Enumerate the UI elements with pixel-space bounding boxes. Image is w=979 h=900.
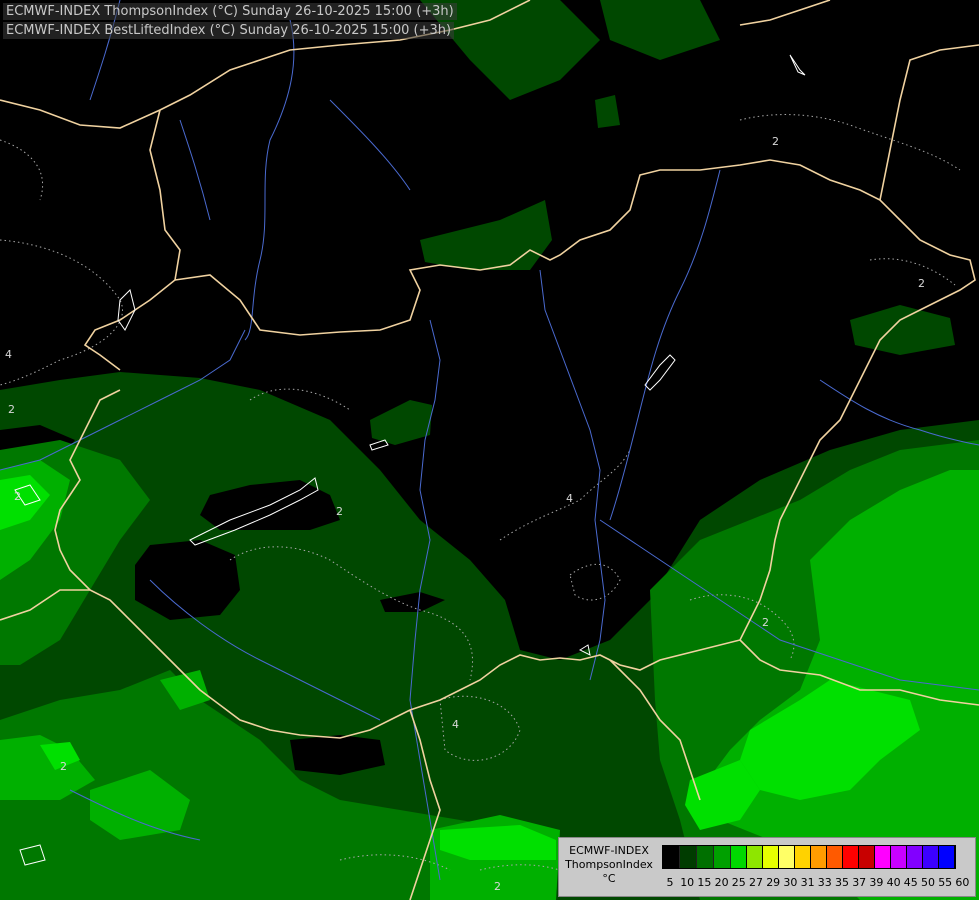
legend-swatch: [843, 846, 859, 868]
legend-tick: 5: [666, 876, 674, 889]
legend-swatch: [811, 846, 827, 868]
legend-tick: 45: [903, 876, 918, 889]
legend-tick: 29: [766, 876, 781, 889]
legend-tick: 39: [869, 876, 884, 889]
legend-swatch: [663, 846, 680, 868]
legend-unit: °C: [602, 872, 616, 885]
legend-swatch: [714, 846, 731, 868]
legend-swatch: [827, 846, 843, 868]
contour-label: 4: [5, 348, 12, 361]
legend-tick: 31: [800, 876, 815, 889]
contour-label: 4: [566, 492, 573, 505]
contour-label: 2: [762, 616, 769, 629]
legend-tick: 50: [921, 876, 935, 889]
legend-tick: 55: [938, 876, 953, 889]
legend-tick: 15: [697, 876, 712, 889]
legend-tick: 27: [749, 876, 763, 889]
legend-swatch: [907, 846, 923, 868]
legend-swatch: [680, 846, 697, 868]
legend-swatch: [763, 846, 779, 868]
legend-swatch: [891, 846, 907, 868]
legend-tick: 20: [714, 876, 729, 889]
weather-map: 2 2 4 2 2 2 4 2 2 4 2: [0, 0, 979, 900]
color-legend: ECMWF-INDEX ThompsonIndex °C 5 10 15 20 25 27…: [558, 837, 976, 897]
map-title-thompson-index: ECMWF-INDEX ThompsonIndex (°C) Sunday 26…: [3, 3, 457, 20]
map-title-best-lifted-index: ECMWF-INDEX BestLiftedIndex (°C) Sunday …: [3, 22, 455, 39]
legend-swatch: [939, 846, 955, 868]
legend-swatch: [747, 846, 763, 868]
legend-swatch: [779, 846, 795, 868]
contour-label: 2: [772, 135, 779, 148]
legend-tick-labels: 5 10 15 20 25 27 29 30 31 33 35 37 39 40 45 50 55 60: [662, 876, 972, 890]
legend-swatch: [731, 846, 747, 868]
legend-tick: 35: [835, 876, 849, 889]
legend-swatch: [795, 846, 811, 868]
legend-swatch: [859, 846, 875, 868]
contour-label: 2: [918, 277, 925, 290]
legend-tick: 37: [852, 876, 867, 889]
contour-label: 2: [60, 760, 67, 773]
legend-color-scale: [662, 845, 956, 869]
legend-tick: 40: [886, 876, 901, 889]
legend-swatch: [697, 846, 714, 868]
legend-swatch: [923, 846, 939, 868]
legend-tick: 33: [817, 876, 832, 889]
legend-parameter: ThompsonIndex: [565, 858, 653, 871]
legend-tick: 25: [731, 876, 746, 889]
contour-label: 2: [494, 880, 501, 893]
legend-tick: 30: [783, 876, 798, 889]
contour-label: 4: [452, 718, 459, 731]
legend-swatch: [875, 846, 891, 868]
legend-model: ECMWF-INDEX: [569, 844, 649, 857]
contour-label: 2: [8, 403, 15, 416]
legend-labels: ECMWF-INDEX ThompsonIndex °C: [559, 844, 659, 886]
contour-label: 2: [336, 505, 343, 518]
legend-tick: 10: [680, 876, 695, 889]
contour-label: 2: [14, 490, 21, 503]
legend-tick: 60: [955, 876, 970, 889]
